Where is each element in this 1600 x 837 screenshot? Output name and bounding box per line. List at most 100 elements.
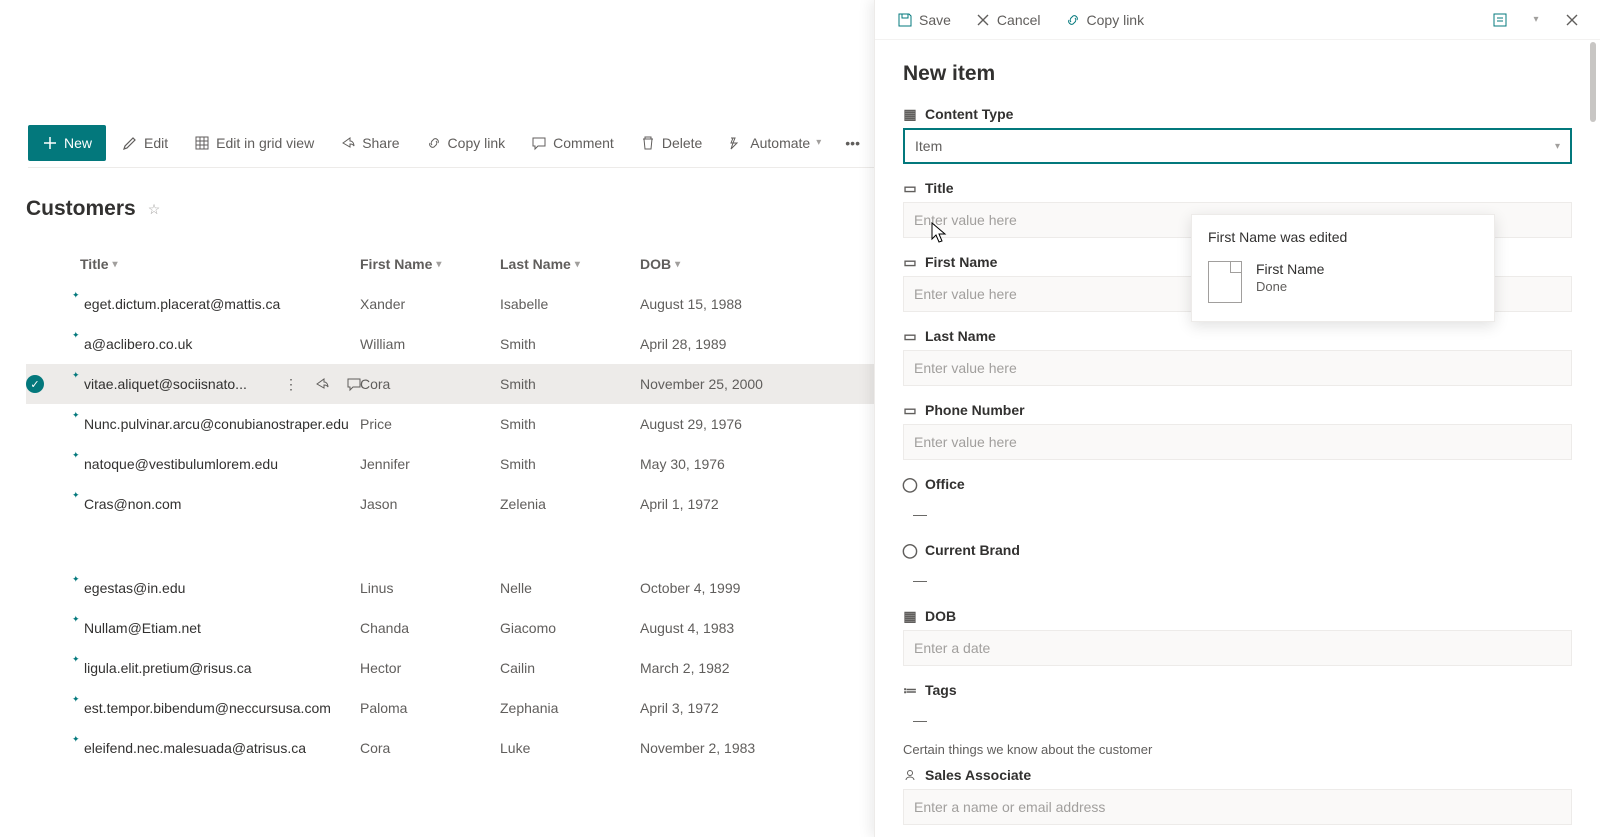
tags-value[interactable]: — <box>903 704 1572 732</box>
more-button[interactable]: ••• <box>837 125 868 161</box>
edit-label: Edit <box>144 135 168 151</box>
share-icon <box>340 135 356 151</box>
sparkle-icon: ✦ <box>72 734 80 745</box>
row-title[interactable]: ✦a@aclibero.co.uk <box>80 336 360 352</box>
field-label: Last Name <box>925 328 996 344</box>
sparkle-icon: ✦ <box>72 654 80 665</box>
scrollbar-thumb[interactable] <box>1590 42 1596 122</box>
close-icon <box>1565 13 1579 27</box>
row-dob: November 25, 2000 <box>640 376 800 392</box>
row-first: Hector <box>360 660 500 676</box>
row-title[interactable]: ✦egestas@in.edu <box>80 580 360 596</box>
field-label: DOB <box>925 608 956 624</box>
sparkle-icon: ✦ <box>72 330 80 341</box>
row-more-icon[interactable]: ⋮ <box>284 376 298 393</box>
row-dob: August 4, 1983 <box>640 620 800 636</box>
row-last: Luke <box>500 740 640 756</box>
sparkle-icon: ✦ <box>72 370 80 381</box>
row-dob: November 2, 1983 <box>640 740 800 756</box>
field-phone: ▭ Phone Number <box>903 402 1572 460</box>
row-dob: May 30, 1976 <box>640 456 800 472</box>
flow-icon <box>728 135 744 151</box>
sales-input[interactable] <box>903 789 1572 825</box>
row-dob: August 29, 1976 <box>640 416 800 432</box>
panel-form-edit-button[interactable] <box>1486 6 1514 34</box>
row-title[interactable]: ✦Nullam@Etiam.net <box>80 620 360 636</box>
panel-heading: New item <box>903 62 1572 86</box>
brand-value[interactable]: — <box>903 564 1572 592</box>
field-label: Phone Number <box>925 402 1025 418</box>
row-title[interactable]: ✦eleifend.nec.malesuada@atrisus.ca <box>80 740 360 756</box>
row-title[interactable]: ✦eget.dictum.placerat@mattis.ca <box>80 296 360 312</box>
row-comment-icon[interactable] <box>346 376 362 392</box>
document-icon <box>1208 261 1242 303</box>
new-button[interactable]: New <box>28 125 106 161</box>
content-type-select[interactable]: Item ▾ <box>903 128 1572 164</box>
delete-button[interactable]: Delete <box>630 125 712 161</box>
col-first[interactable]: First Name▾ <box>360 256 500 272</box>
row-title[interactable]: ✦Nunc.pulvinar.arcu@conubianostraper.edu <box>80 416 360 432</box>
field-tags: ≔Tags — <box>903 682 1572 732</box>
field-office: ◯ Office — <box>903 476 1572 526</box>
row-share-icon[interactable] <box>314 376 330 392</box>
col-last[interactable]: Last Name▾ <box>500 256 640 272</box>
row-title[interactable]: ✦ligula.elit.pretium@risus.ca <box>80 660 360 676</box>
flyout-main: First Name <box>1256 261 1324 277</box>
automate-button[interactable]: Automate ▾ <box>718 125 831 161</box>
pencil-icon <box>122 135 138 151</box>
plus-icon <box>42 135 58 151</box>
row-last: Giacomo <box>500 620 640 636</box>
field-brand: ◯Current Brand — <box>903 542 1572 592</box>
field-label: Office <box>925 476 965 492</box>
row-title[interactable]: ✦est.tempor.bibendum@neccursusa.com <box>80 700 360 716</box>
panel-copylink-button[interactable]: Copy link <box>1057 4 1153 36</box>
col-dob[interactable]: DOB▾ <box>640 256 800 272</box>
sparkle-icon: ✦ <box>72 574 80 585</box>
favorite-star-icon[interactable]: ☆ <box>148 201 161 218</box>
text-icon: ▭ <box>903 403 917 417</box>
contenttype-icon: ▦ <box>903 107 917 121</box>
field-label: Content Type <box>925 106 1013 122</box>
sparkle-icon: ✦ <box>72 694 80 705</box>
office-value[interactable]: — <box>903 498 1572 526</box>
edit-grid-button[interactable]: Edit in grid view <box>184 125 324 161</box>
share-button[interactable]: Share <box>330 125 409 161</box>
chevron-down-icon: ▾ <box>1533 14 1538 25</box>
text-icon: ▭ <box>903 255 917 269</box>
delete-label: Delete <box>662 135 702 151</box>
field-label: Current Brand <box>925 542 1020 558</box>
content-type-value: Item <box>915 138 942 154</box>
row-last: Nelle <box>500 580 640 596</box>
row-first: Cora <box>360 740 500 756</box>
copylink-button[interactable]: Copy link <box>416 125 516 161</box>
edit-button[interactable]: Edit <box>112 125 178 161</box>
row-first: William <box>360 336 500 352</box>
row-dob: August 15, 1988 <box>640 296 800 312</box>
comment-icon <box>531 135 547 151</box>
save-icon <box>897 12 913 28</box>
row-selected-icon[interactable]: ✓ <box>26 375 44 393</box>
comment-button[interactable]: Comment <box>521 125 624 161</box>
row-title[interactable]: ✦natoque@vestibulumlorem.edu <box>80 456 360 472</box>
field-sales-associate: Sales Associate <box>903 767 1572 825</box>
sparkle-icon: ✦ <box>72 614 80 625</box>
row-title[interactable]: ✦Cras@non.com <box>80 496 360 512</box>
last-name-input[interactable] <box>903 350 1572 386</box>
phone-input[interactable] <box>903 424 1572 460</box>
panel-save-button[interactable]: Save <box>889 4 959 36</box>
trash-icon <box>640 135 656 151</box>
edit-flyout: First Name was edited First Name Done <box>1191 214 1495 322</box>
field-label: Tags <box>925 682 957 698</box>
dob-input[interactable] <box>903 630 1572 666</box>
grid-icon <box>194 135 210 151</box>
panel-cancel-button[interactable]: Cancel <box>967 4 1049 36</box>
panel-close-button[interactable] <box>1558 6 1586 34</box>
choice-icon: ◯ <box>903 477 917 491</box>
panel-scrollbar[interactable] <box>1588 42 1598 835</box>
flyout-sub: Done <box>1256 279 1324 294</box>
link-icon <box>426 135 442 151</box>
person-icon <box>903 768 917 782</box>
panel-dropdown-button[interactable]: ▾ <box>1522 6 1550 34</box>
sparkle-icon: ✦ <box>72 290 80 301</box>
col-title[interactable]: Title▾ <box>80 256 360 272</box>
